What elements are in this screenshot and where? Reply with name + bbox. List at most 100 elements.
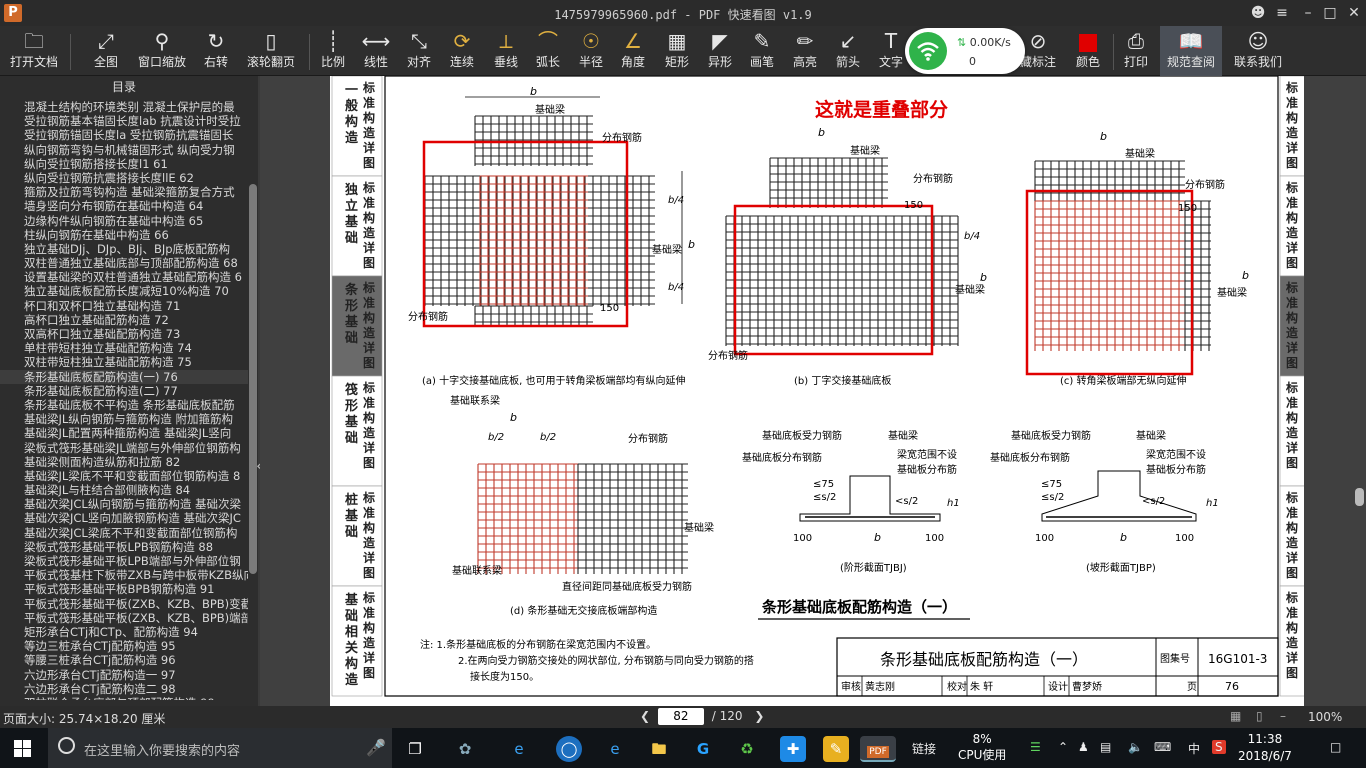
page-input[interactable]: 82 bbox=[657, 708, 704, 725]
align-measure-button[interactable]: ⤡ 对齐 bbox=[402, 26, 436, 76]
arrow-button[interactable]: ↙ 箭头 bbox=[832, 26, 864, 76]
toc-item[interactable]: 独立基础DJj、DJp、BJj、BJp底板配筋构 bbox=[0, 242, 248, 256]
toc-item[interactable]: 条形基础底板配筋构造(一) 76 bbox=[0, 369, 248, 384]
toc-item[interactable]: 纵向受拉钢筋搭接长度l1 61 bbox=[0, 157, 248, 171]
menu-icon[interactable]: ≡ bbox=[1272, 3, 1292, 23]
window-zoom-button[interactable]: ⚲ 窗口缩放 bbox=[134, 26, 190, 76]
view-mode-icon[interactable]: ▦ bbox=[1230, 709, 1241, 723]
toc-item[interactable]: 基础梁JL与柱结合部侧腋构造 84 bbox=[0, 483, 248, 497]
toc-item[interactable]: 双柱带短柱独立基础配筋构造 75 bbox=[0, 355, 248, 369]
g-app-icon[interactable]: G bbox=[690, 736, 716, 762]
toc-item[interactable]: 基础梁JL纵向钢筋与箍筋构造 附加箍筋构 bbox=[0, 412, 248, 426]
toc-item[interactable]: 基础梁JL配置两种箍筋构造 基础梁JL竖向 bbox=[0, 426, 248, 440]
volume-icon[interactable]: 🔈 bbox=[1128, 740, 1143, 754]
zoom-level[interactable]: 100% bbox=[1308, 710, 1342, 724]
wheel-page-button[interactable]: ▯ 滚轮翻页 bbox=[242, 26, 300, 76]
toc-item[interactable]: 条形基础底板不平构造 条形基础底板配筋 bbox=[0, 398, 248, 412]
text-button[interactable]: T 文字 bbox=[875, 26, 907, 76]
toc-item[interactable]: 箍筋及拉筋弯钩构造 基础梁箍筋复合方式 bbox=[0, 185, 248, 199]
toc-item[interactable]: 边缘构件纵向钢筋在基础中构造 65 bbox=[0, 214, 248, 228]
microphone-icon[interactable]: 🎤 bbox=[366, 738, 386, 757]
highlight-button[interactable]: ✏ 高亮 bbox=[789, 26, 821, 76]
maximize-icon[interactable]: □ bbox=[1320, 3, 1340, 23]
ie-icon[interactable]: e bbox=[602, 736, 628, 762]
toc-item[interactable]: 柱纵向钢筋在基础中构造 66 bbox=[0, 228, 248, 242]
pinwheel-icon[interactable]: ✿ bbox=[452, 736, 478, 762]
toc-item[interactable]: 混凝土结构的环境类别 混凝土保护层的最 bbox=[0, 100, 248, 114]
prev-page-icon[interactable]: ❮ bbox=[640, 709, 650, 723]
angle-button[interactable]: ∠ 角度 bbox=[617, 26, 649, 76]
pen-button[interactable]: ✎ 画笔 bbox=[746, 26, 778, 76]
linear-measure-button[interactable]: ⟷ 线性 bbox=[360, 26, 392, 76]
scale-button[interactable]: ┊ 比例 bbox=[316, 26, 350, 76]
toc-item[interactable]: 梁板式筏形基础梁JL端部与外伸部位钢筋构 bbox=[0, 441, 248, 455]
blue-app-icon[interactable]: ✚ bbox=[780, 736, 806, 762]
tray-people-icon[interactable]: ♟ bbox=[1078, 740, 1089, 754]
toc-item[interactable]: 六边形承台CTj配筋构造一 97 bbox=[0, 668, 248, 682]
fit-all-button[interactable]: ⤢ 全图 bbox=[86, 26, 126, 76]
toc-item[interactable]: 梁板式筏形基础平板LPB端部与外伸部位钢 bbox=[0, 554, 248, 568]
zoom-out-icon[interactable]: – bbox=[1280, 709, 1286, 723]
toc-item[interactable]: 双柱联合承台底部与顶部配筋构造 99 bbox=[0, 696, 248, 700]
user-icon[interactable]: ☻ bbox=[1248, 3, 1268, 23]
toc-item[interactable]: 杯口和双杯口独立基础构造 71 bbox=[0, 299, 248, 313]
toc-item[interactable]: 矩形承台CTj和CTp、配筋构造 94 bbox=[0, 625, 248, 639]
pdf-page[interactable]: 一般构造标准构造详图独立基础标准构造详图条形基础标准构造详图筏形基础标准构造详图… bbox=[330, 76, 1304, 706]
open-document-button[interactable]: 🗀 打开文档 bbox=[6, 26, 62, 76]
rotate-right-button[interactable]: ↻ 右转 bbox=[198, 26, 234, 76]
toc-item[interactable]: 平板式筏基柱下板带ZXB与跨中板带KZB纵向 bbox=[0, 568, 248, 582]
toc-item[interactable]: 六边形承台CTj配筋构造二 98 bbox=[0, 682, 248, 696]
file-explorer-icon[interactable]: 🖿 bbox=[646, 736, 672, 762]
toc-item[interactable]: 基础次梁JCL纵向钢筋与箍筋构造 基础次梁 bbox=[0, 497, 248, 511]
toc-item[interactable]: 设置基础梁的双柱普通独立基础配筋构造 6 bbox=[0, 270, 248, 284]
tray-network-icon[interactable]: ▤ bbox=[1100, 740, 1111, 754]
keyboard-icon[interactable]: ⌨ bbox=[1154, 740, 1171, 754]
toc-item[interactable]: 墙身竖向分布钢筋在基础中构造 64 bbox=[0, 199, 248, 213]
document-scrollbar[interactable] bbox=[1355, 488, 1364, 506]
task-view-icon[interactable]: ❐ bbox=[402, 736, 428, 762]
toc-item[interactable]: 独立基础底板配筋长度减短10%构造 70 bbox=[0, 284, 248, 298]
toc-item[interactable]: 单柱带短柱独立基础配筋构造 74 bbox=[0, 341, 248, 355]
sogou-icon[interactable]: S bbox=[1212, 740, 1226, 754]
contact-us-button[interactable]: ☺ 联系我们 bbox=[1230, 26, 1286, 76]
clock[interactable]: 11:38 2018/6/7 bbox=[1238, 731, 1292, 765]
toc-item[interactable]: 梁板式筏形基础平板LPB钢筋构造 88 bbox=[0, 540, 248, 554]
ime-indicator[interactable]: 中 bbox=[1188, 740, 1200, 757]
toc-item[interactable]: 平板式筏形基础平板(ZXB、KZB、BPB)变截 bbox=[0, 597, 248, 611]
network-speed-widget[interactable]: ⇅ 0.00K/s 0 bbox=[905, 28, 1025, 74]
notification-icon[interactable]: □ bbox=[1330, 740, 1341, 754]
radius-button[interactable]: ☉ 半径 bbox=[575, 26, 607, 76]
toc-item[interactable]: 受拉钢筋基本锚固长度lab 抗震设计时受拉 bbox=[0, 114, 248, 128]
color-button[interactable]: 颜色 bbox=[1072, 26, 1104, 76]
toc-item[interactable]: 基础次梁JCL梁底不平和变截面部位钢筋构 bbox=[0, 526, 248, 540]
toc-item[interactable]: 等腰三桩承台CTj配筋构造 96 bbox=[0, 653, 248, 667]
spec-lookup-button[interactable]: 📖 规范查阅 bbox=[1160, 26, 1222, 76]
toc-scrollbar[interactable] bbox=[249, 184, 257, 574]
minimize-icon[interactable]: – bbox=[1298, 3, 1318, 23]
continuous-measure-button[interactable]: ⟳ 连续 bbox=[446, 26, 478, 76]
toc-item[interactable]: 双高杯口独立基础配筋构造 73 bbox=[0, 327, 248, 341]
toc-item[interactable]: 基础次梁JCL竖向加腋钢筋构造 基础次梁JC bbox=[0, 511, 248, 525]
toc-item[interactable]: 高杯口独立基础配筋构造 72 bbox=[0, 313, 248, 327]
link-label[interactable]: 链接 bbox=[912, 740, 936, 757]
pdf-app-icon[interactable]: PDF bbox=[860, 736, 896, 762]
toc-item[interactable]: 基础梁侧面构造纵筋和拉筋 82 bbox=[0, 455, 248, 469]
toc-item[interactable]: 受拉钢筋锚固长度la 受拉钢筋抗震锚固长 bbox=[0, 128, 248, 142]
taskbar-search[interactable]: 在这里输入你要搜索的内容 🎤 bbox=[48, 728, 392, 768]
irregular-button[interactable]: ◤ 异形 bbox=[704, 26, 736, 76]
toc-item[interactable]: 纵向钢筋弯钩与机械锚固形式 纵向受力钢 bbox=[0, 143, 248, 157]
print-button[interactable]: ⎙ 打印 bbox=[1120, 26, 1152, 76]
wifi-tray-icon[interactable]: ☰ bbox=[1030, 740, 1041, 754]
toc-item[interactable]: 等边三桩承台CTj配筋构造 95 bbox=[0, 639, 248, 653]
toc-item[interactable]: 基础梁JL梁底不平和变截面部位钢筋构造 8 bbox=[0, 469, 248, 483]
single-page-icon[interactable]: ▯ bbox=[1256, 709, 1263, 723]
arc-length-button[interactable]: ⌒ 弧长 bbox=[532, 26, 564, 76]
rectangle-button[interactable]: ▦ 矩形 bbox=[661, 26, 693, 76]
green-app-icon[interactable]: ♻ bbox=[734, 736, 760, 762]
notes-app-icon[interactable]: ✎ bbox=[823, 736, 849, 762]
windows-start-icon[interactable] bbox=[14, 740, 31, 757]
browser-icon[interactable]: ◯ bbox=[556, 736, 582, 762]
toc-item[interactable]: 平板式筏形基础平板BPB钢筋构造 91 bbox=[0, 582, 248, 596]
toc-item[interactable]: 条形基础底板配筋构造(二) 77 bbox=[0, 384, 248, 398]
next-page-icon[interactable]: ❯ bbox=[754, 709, 764, 723]
